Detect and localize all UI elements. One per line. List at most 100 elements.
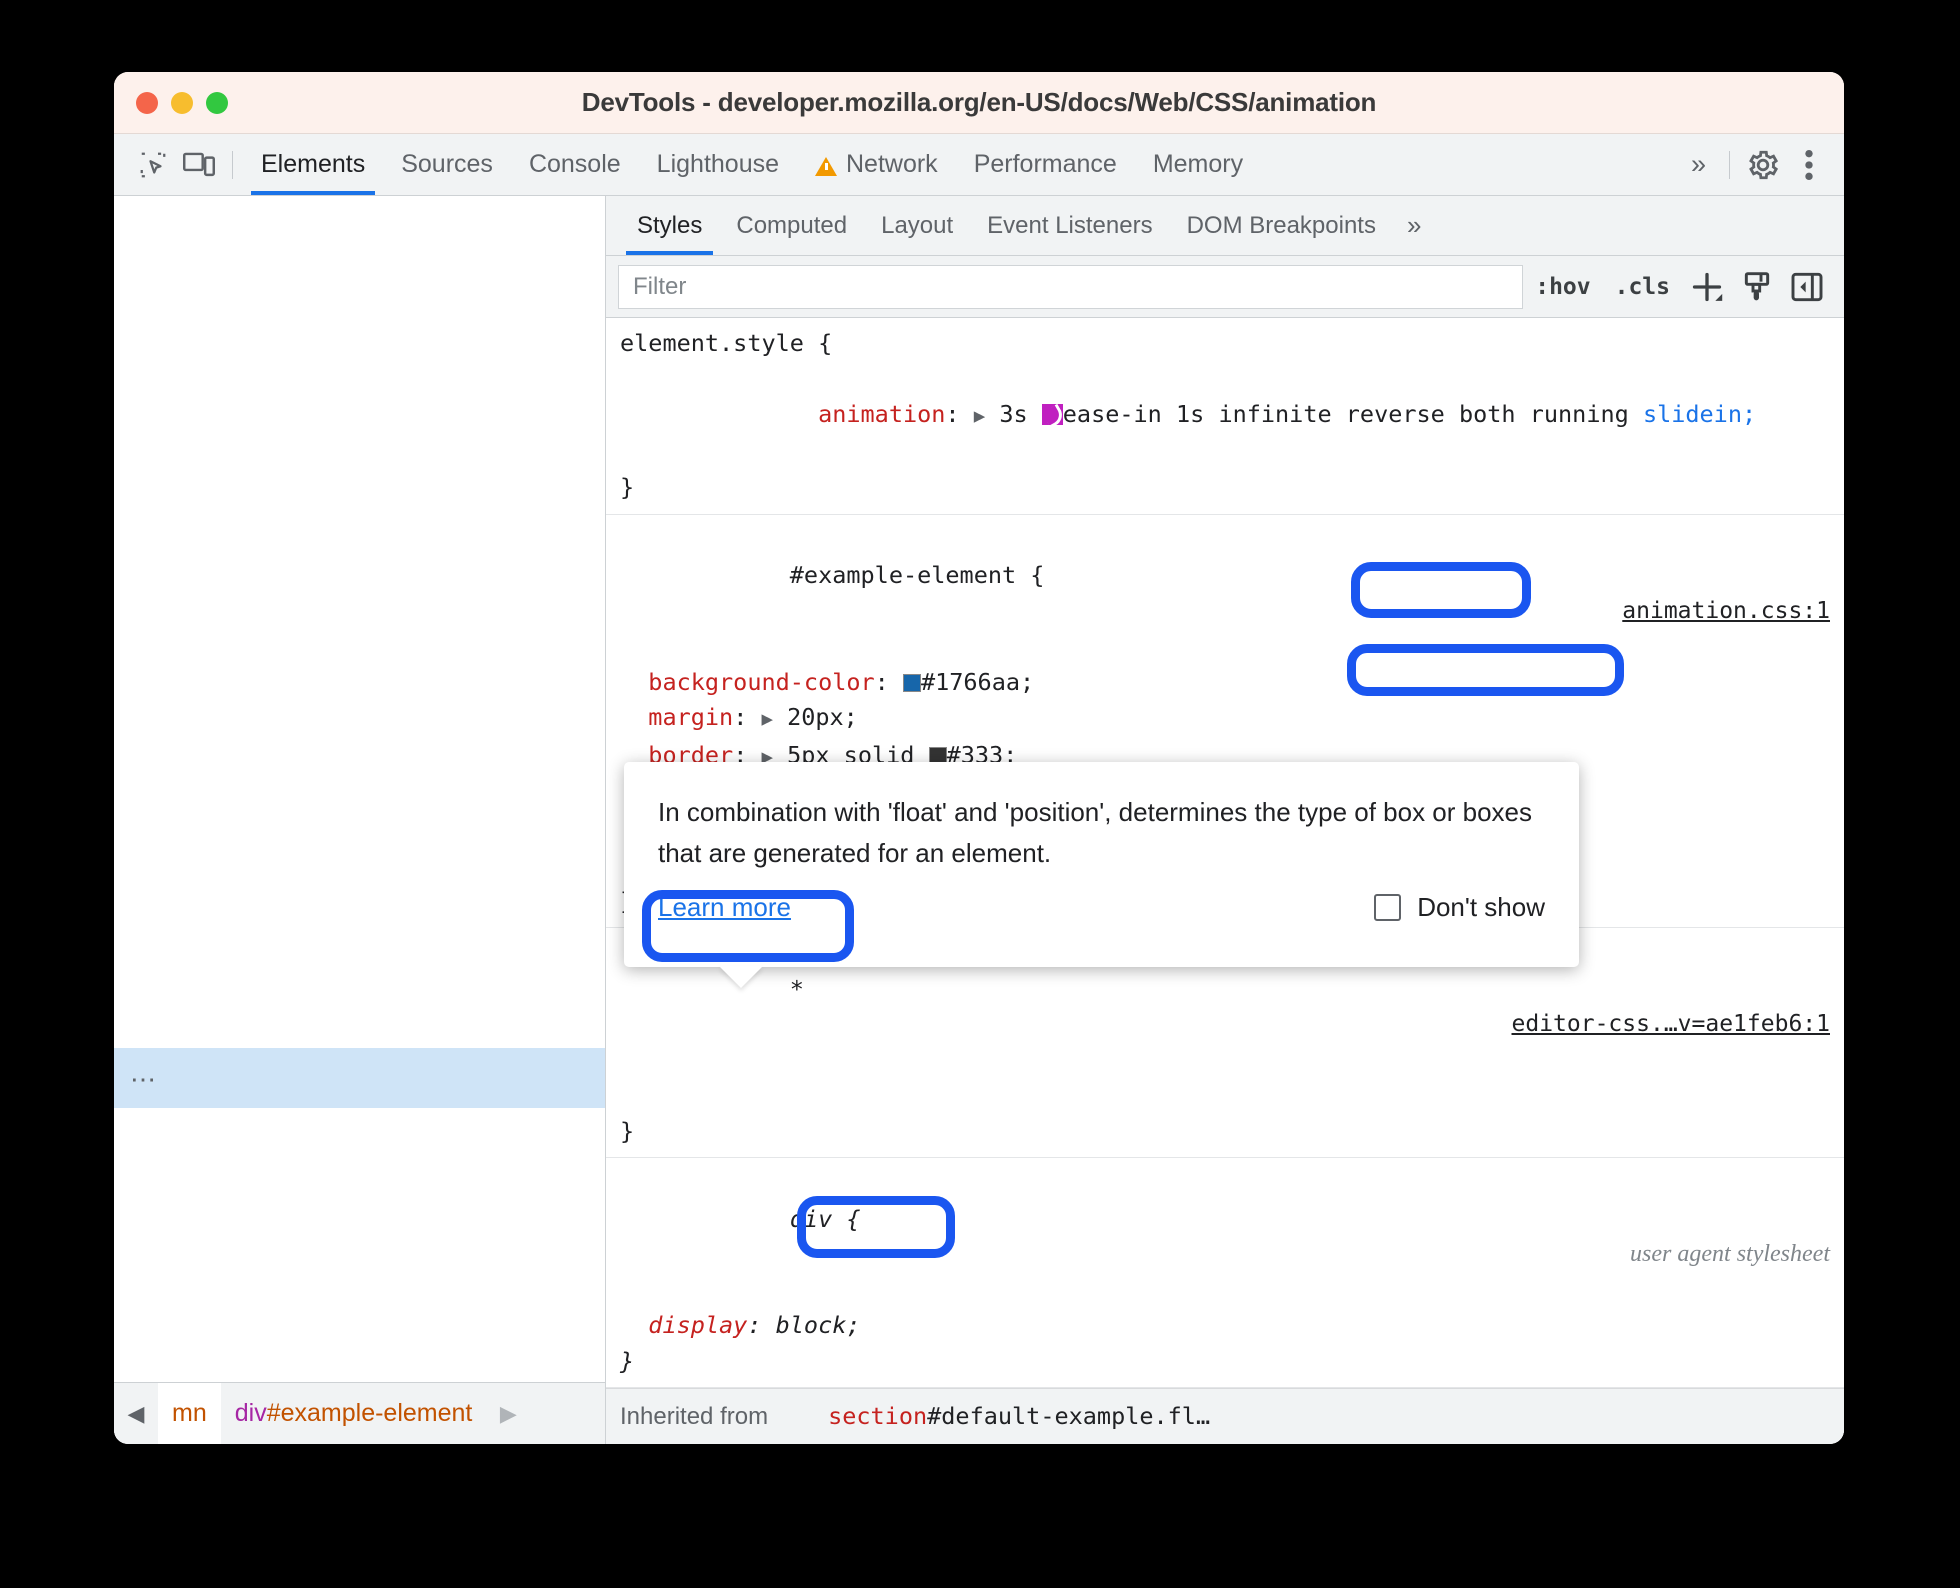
breadcrumb-item-truncated[interactable]: mn [158, 1382, 221, 1444]
dom-line: </body> [114, 1067, 605, 1102]
rule-source-link[interactable]: animation.css:1 [1622, 594, 1830, 630]
breadcrumb-truncated-label: mn [172, 1399, 207, 1427]
color-swatch[interactable] [902, 673, 921, 692]
inspect-element-icon[interactable] [130, 142, 176, 188]
rule-selector: div { user agent stylesheet [620, 1166, 1844, 1308]
tab-network-label: Network [846, 150, 938, 178]
breadcrumb-scroll-right[interactable]: ▶ [486, 1401, 530, 1427]
warning-triangle-icon [815, 157, 837, 176]
window-title-bar: DevTools - developer.mozilla.org/en-US/d… [114, 72, 1844, 134]
animation-play-state[interactable]: running [1530, 400, 1629, 428]
gear-icon[interactable] [1740, 142, 1786, 188]
tab-styles[interactable]: Styles [620, 196, 719, 255]
declaration-animation: animation: ▶ 3s ease-in 1s infinite reve… [818, 400, 1757, 428]
declaration-display: display: block; [648, 1311, 861, 1339]
dom-tree-pane[interactable]: ⋯ ▼#document <!DOCTYPE html> ▼<html lang… [114, 196, 606, 1444]
animation-iteration[interactable]: infinite [1218, 400, 1331, 428]
dom-line: </section> [114, 894, 605, 929]
animation-direction[interactable]: reverse [1346, 400, 1445, 428]
paint-brush-icon[interactable] [1732, 265, 1782, 309]
tab-styles-label: Styles [637, 211, 703, 239]
breadcrumb[interactable]: ◀ mn div #example-element ▶ [114, 1382, 605, 1445]
tab-event-listeners[interactable]: Event Listeners [970, 196, 1169, 255]
prop-animation-name[interactable]: animation [818, 400, 945, 428]
minimize-window-button[interactable] [171, 91, 193, 114]
tooltip-pointer [719, 966, 763, 988]
hov-button[interactable]: :hov [1523, 274, 1602, 300]
tab-console[interactable]: Console [511, 134, 639, 195]
breadcrumb-item-div-example-element[interactable]: div #example-element [221, 1383, 487, 1445]
dom-line: ▼l [114, 722, 605, 757]
dom-line: —box-sizing [114, 584, 605, 619]
toolbar-divider [232, 150, 233, 179]
styles-filter-bar: Filter :hov .cls [606, 256, 1844, 318]
styles-more-tabs-icon[interactable]: » [1393, 210, 1432, 241]
dom-line: </dl [114, 860, 605, 895]
animation-fill[interactable]: both [1459, 400, 1516, 428]
dom-line: <!DOCTYPE html> [114, 239, 605, 274]
tab-performance-label: Performance [973, 150, 1117, 178]
rule-div-user-agent[interactable]: div { user agent stylesheet display: blo… [606, 1158, 1844, 1388]
more-panels-icon[interactable]: » [1675, 149, 1719, 180]
tab-network[interactable]: Network [797, 134, 956, 195]
tab-sources-label: Sources [401, 150, 493, 178]
rule-source-link[interactable]: editor-css.…v=ae1feb6:1 [1512, 1007, 1831, 1043]
tab-elements[interactable]: Elements [243, 134, 383, 195]
easing-curve-icon[interactable] [1041, 404, 1063, 425]
learn-more-link[interactable]: Learn more [658, 892, 791, 923]
dom-tree[interactable]: ▼#document <!DOCTYPE html> ▼<html lang="… [114, 196, 605, 1171]
animation-delay[interactable]: 1s [1176, 400, 1204, 428]
dom-line: ▶<div class [114, 515, 605, 550]
breadcrumb-scroll-left[interactable]: ◀ [114, 1401, 158, 1427]
dom-line: ▶<head>…</head> [114, 308, 605, 343]
user-agent-stylesheet-note: user agent stylesheet [1630, 1241, 1830, 1267]
inherited-section-tag[interactable]: section [828, 1402, 927, 1430]
kebab-menu-icon[interactable] [1786, 142, 1832, 188]
expand-arrow-icon[interactable]: ▶ [974, 405, 985, 427]
dom-line: <script> [114, 1032, 605, 1067]
tab-lighthouse-label: Lighthouse [656, 150, 779, 178]
animation-timing[interactable]: ease-in [1063, 400, 1162, 428]
toggle-sidebar-icon[interactable] [1782, 265, 1832, 309]
dom-line: ▼<body> [114, 342, 605, 377]
dom-line: t [114, 653, 605, 688]
inherited-section-rest: #default-example.fl… [927, 1402, 1211, 1430]
tab-lighthouse[interactable]: Lighthouse [639, 134, 797, 195]
close-window-button[interactable] [136, 91, 158, 114]
dom-line: </iframe> [114, 1136, 605, 1171]
dom-line: ▶<header>… [114, 411, 605, 446]
maximize-window-button[interactable] [206, 91, 228, 114]
device-toolbar-icon[interactable] [176, 142, 222, 188]
tab-sources[interactable]: Sources [383, 134, 511, 195]
tab-computed[interactable]: Computed [719, 196, 864, 255]
window-title: DevTools - developer.mozilla.org/en-US/d… [581, 87, 1377, 117]
tab-layout[interactable]: Layout [864, 196, 970, 255]
dont-show-checkbox[interactable] [1374, 894, 1402, 921]
animation-keyframe-name[interactable]: slidein; [1643, 400, 1756, 428]
tab-console-label: Console [528, 150, 621, 178]
window-controls [136, 91, 228, 114]
tab-event-listeners-label: Event Listeners [987, 211, 1153, 239]
dont-show-control[interactable]: Don't show [1374, 892, 1545, 923]
inherited-label: Inherited from [620, 1403, 769, 1430]
dom-line: ▼<> [114, 687, 605, 722]
rule-close: } [620, 1116, 635, 1145]
styles-filter-input[interactable]: Filter [618, 264, 1524, 309]
cls-button[interactable]: .cls [1603, 274, 1682, 300]
rule-close: } [620, 473, 635, 501]
tooltip-actions: Learn more Don't show [658, 892, 1545, 923]
expand-arrow-icon[interactable]: ▶ [761, 708, 772, 730]
dom-line: </html> [114, 1101, 605, 1136]
tab-performance[interactable]: Performance [956, 134, 1135, 195]
breadcrumb-id: #example-element [266, 1399, 473, 1427]
animation-duration[interactable]: 3s [999, 400, 1027, 428]
tab-computed-label: Computed [736, 211, 848, 239]
tooltip-description: In combination with 'float' and 'positio… [658, 797, 1533, 868]
dont-show-label: Don't show [1417, 892, 1545, 922]
tab-memory[interactable]: Memory [1135, 134, 1261, 195]
plus-icon[interactable] [1682, 265, 1732, 309]
rule-element-style[interactable]: element.style { animation: ▶ 3s ease-in … [606, 318, 1844, 515]
dom-line: <j [114, 825, 605, 860]
tab-dom-breakpoints[interactable]: DOM Breakpoints [1170, 196, 1393, 255]
dom-line: <script> [114, 998, 605, 1033]
